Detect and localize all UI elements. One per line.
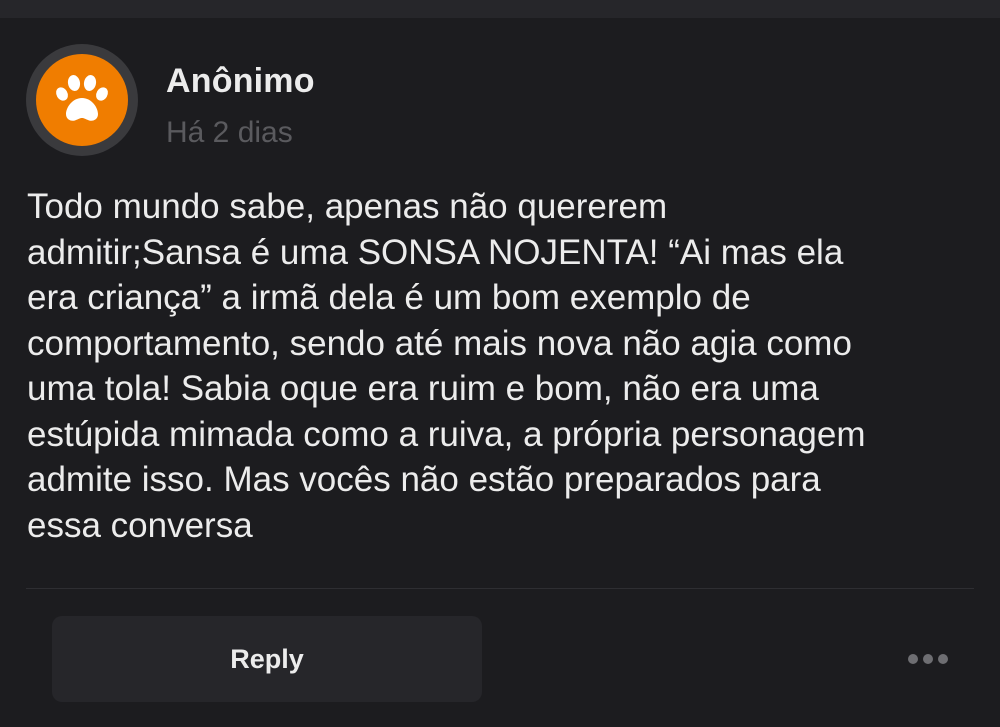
reply-button[interactable]: Reply (52, 616, 482, 702)
more-horizontal-icon (938, 654, 948, 664)
comment-body-line: admite isso. Mas vocês não estão prepara… (27, 460, 821, 499)
comment-body: Todo mundo sabe, apenas não quererem adm… (27, 184, 977, 548)
comment-body-line: estúpida mimada como a ruiva, a própria … (27, 414, 866, 454)
top-separator (0, 0, 1000, 18)
comment-body-line: era criança” a irmã dela é um bom exempl… (27, 278, 751, 317)
more-horizontal-icon (908, 654, 918, 664)
comment-body-line: admitir;Sansa é uma SONSA NOJENTA! “Ai m… (27, 232, 844, 272)
more-options-button[interactable] (900, 642, 956, 676)
comment-timestamp: Há 2 dias (166, 116, 293, 149)
divider (26, 588, 974, 589)
comment-body-line: uma tola! Sabia oque era ruim e bom, não… (27, 369, 819, 408)
more-horizontal-icon (923, 654, 933, 664)
avatar[interactable] (26, 44, 138, 156)
author-name[interactable]: Anônimo (166, 62, 315, 101)
comment-body-line: essa conversa (27, 505, 253, 545)
comment-body-line: comportamento, sendo até mais nova não a… (27, 323, 852, 363)
comment-body-line: Todo mundo sabe, apenas não quererem (27, 187, 668, 226)
avatar-background (36, 54, 128, 146)
comment-card: Anônimo Há 2 dias Todo mundo sabe, apena… (0, 18, 1000, 727)
paw-icon (56, 75, 108, 121)
